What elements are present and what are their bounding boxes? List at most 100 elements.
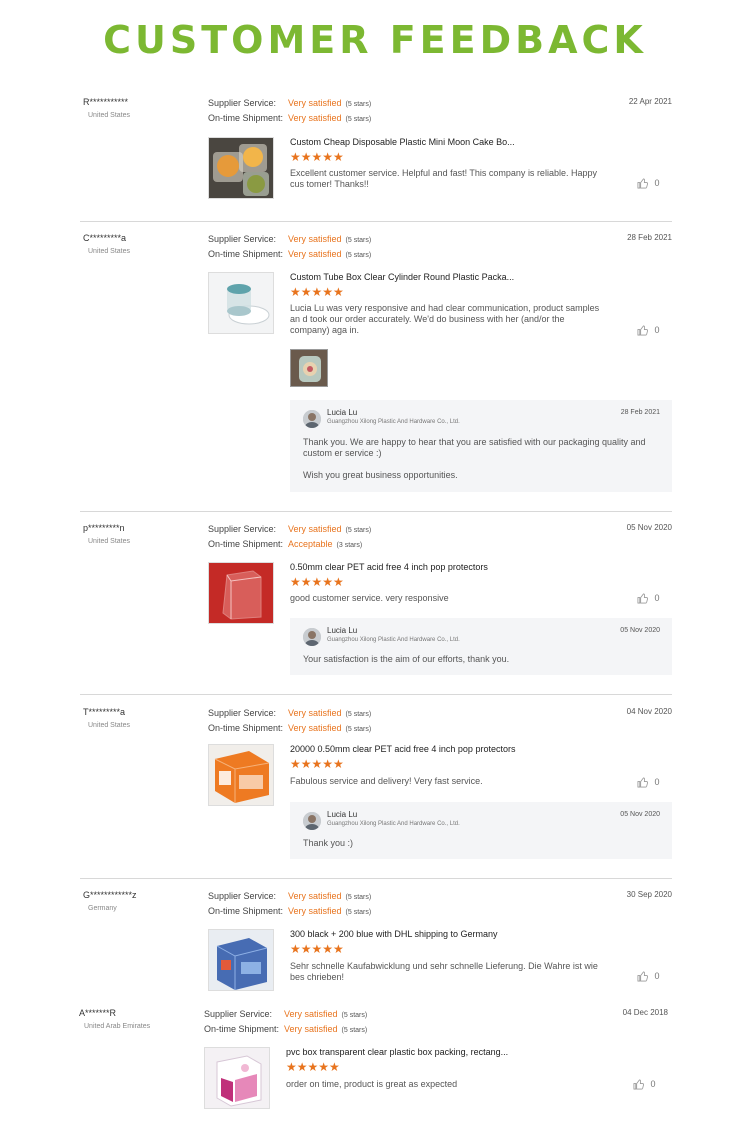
supplier-service-rating: Supplier Service: Very satisfied (5 stars) <box>208 234 371 244</box>
product-link[interactable]: 0.50mm clear PET acid free 4 inch pop pr… <box>290 562 488 572</box>
like-button[interactable]: 0 <box>637 325 660 336</box>
supplier-service-rating: Supplier Service: Very satisfied (5 stars) <box>208 98 371 108</box>
reviewer-country: United States <box>88 538 131 545</box>
product-link[interactable]: 20000 0.50mm clear PET acid free 4 inch … <box>290 744 515 754</box>
ontime-shipment-stars: (5 stars) <box>345 909 372 916</box>
supplier-service-stars: (5 stars) <box>345 711 372 718</box>
like-count: 0 <box>650 1079 656 1089</box>
reply-text: Thank you :) <box>303 838 354 848</box>
seller-name: Lucia Lu <box>327 626 358 635</box>
supplier-service-label: Supplier Service: <box>208 524 277 534</box>
supplier-service-value: Very satisfied <box>288 708 342 718</box>
review-item: G************z Germany Supplier Service:… <box>80 890 672 1000</box>
product-link[interactable]: Custom Cheap Disposable Plastic Mini Moo… <box>290 137 515 147</box>
ontime-shipment-label: On-time Shipment: <box>208 249 284 259</box>
ontime-shipment-rating: On-time Shipment: Very satisfied (5 stars) <box>204 1024 367 1034</box>
product-thumbnail[interactable] <box>208 137 274 199</box>
reply-date: 05 Nov 2020 <box>620 627 660 634</box>
product-thumbnail[interactable] <box>208 272 274 334</box>
reviewer-name: T*********a <box>83 707 126 717</box>
reply-text: Wish you great business opportunities. <box>303 470 458 480</box>
ontime-shipment-rating: On-time Shipment: Very satisfied (5 stars) <box>208 906 371 916</box>
reviewer-country: United States <box>88 248 131 255</box>
supplier-service-value: Very satisfied <box>288 234 342 244</box>
review-date: 30 Sep 2020 <box>626 890 672 899</box>
reviewer-name: C*********a <box>83 233 127 243</box>
reply-date: 05 Nov 2020 <box>620 811 660 818</box>
page-title: CUSTOMER FEEDBACK <box>103 18 647 62</box>
seller-avatar <box>303 628 321 646</box>
reviewer-country: United Arab Emirates <box>84 1023 151 1030</box>
like-count: 0 <box>654 971 660 981</box>
reply-text: Thank you. We are happy to hear that you… <box>303 437 646 458</box>
review-comment: order on time, product is great as expec… <box>286 1079 458 1089</box>
product-thumbnail[interactable] <box>204 1047 270 1109</box>
review-date: 05 Nov 2020 <box>626 523 672 532</box>
ontime-shipment-stars: (3 stars) <box>336 542 363 549</box>
ontime-shipment-stars: (5 stars) <box>345 252 372 259</box>
rating-stars: ★★★★★ <box>290 285 344 299</box>
ontime-shipment-rating: On-time Shipment: Very satisfied (5 stars) <box>208 723 371 733</box>
like-button[interactable]: 0 <box>637 178 660 189</box>
like-count: 0 <box>654 178 660 188</box>
like-count: 0 <box>654 325 660 335</box>
ontime-shipment-value: Very satisfied <box>288 723 342 733</box>
product-thumbnail[interactable] <box>208 929 274 991</box>
reply-date: 28 Feb 2021 <box>620 409 660 416</box>
thumbs-up-icon <box>637 971 648 982</box>
supplier-service-stars: (5 stars) <box>345 101 372 108</box>
product-link[interactable]: Custom Tube Box Clear Cylinder Round Pla… <box>290 272 514 282</box>
supplier-service-value: Very satisfied <box>288 524 342 534</box>
review-comment: good customer service. very responsive <box>290 593 449 603</box>
supplier-service-label: Supplier Service: <box>208 98 277 108</box>
ontime-shipment-label: On-time Shipment: <box>208 539 284 549</box>
ontime-shipment-stars: (5 stars) <box>345 116 372 123</box>
thumbs-up-icon <box>637 325 648 336</box>
supplier-service-stars: (5 stars) <box>345 894 372 901</box>
reviewer-name: G************z <box>83 890 137 900</box>
reviewer-name: R*********** <box>83 97 129 107</box>
product-thumbnail[interactable] <box>208 562 274 624</box>
review-item: p*********n United States Supplier Servi… <box>80 523 672 695</box>
like-button[interactable]: 0 <box>633 1079 656 1090</box>
seller-reply: Lucia Lu Guangzhou Xilong Plastic And Ha… <box>290 802 672 859</box>
supplier-service-label: Supplier Service: <box>208 708 277 718</box>
reviewer-name: A*******R <box>79 1008 117 1018</box>
review-item: R*********** United States Supplier Serv… <box>80 97 672 222</box>
ontime-shipment-rating: On-time Shipment: Very satisfied (5 stars) <box>208 249 371 259</box>
review-item: A*******R United Arab Emirates Supplier … <box>76 1008 668 1118</box>
review-comment: Excellent customer service. Helpful and … <box>290 168 597 189</box>
review-comment: Fabulous service and delivery! Very fast… <box>290 776 483 786</box>
ontime-shipment-stars: (5 stars) <box>345 726 372 733</box>
like-count: 0 <box>654 777 660 787</box>
ontime-shipment-value: Acceptable <box>288 539 333 549</box>
review-comment: Lucia Lu was very responsive and had cle… <box>290 303 600 335</box>
reviewer-country: United States <box>88 722 131 729</box>
product-link[interactable]: 300 black + 200 blue with DHL shipping t… <box>290 929 498 939</box>
reply-text: Your satisfaction is the aim of our effo… <box>303 654 510 664</box>
reviewer-country: Germany <box>88 905 117 912</box>
like-count: 0 <box>654 593 660 603</box>
product-link[interactable]: pvc box transparent clear plastic box pa… <box>286 1047 508 1057</box>
rating-stars: ★★★★★ <box>286 1060 340 1074</box>
supplier-service-stars: (5 stars) <box>345 237 372 244</box>
supplier-service-stars: (5 stars) <box>341 1012 368 1019</box>
rating-stars: ★★★★★ <box>290 757 344 771</box>
ontime-shipment-value: Very satisfied <box>288 113 342 123</box>
like-button[interactable]: 0 <box>637 593 660 604</box>
product-thumbnail[interactable] <box>208 744 274 806</box>
ontime-shipment-label: On-time Shipment: <box>208 906 284 916</box>
ontime-shipment-rating: On-time Shipment: Acceptable (3 stars) <box>208 539 362 549</box>
review-photo[interactable] <box>290 349 328 387</box>
like-button[interactable]: 0 <box>637 971 660 982</box>
supplier-service-rating: Supplier Service: Very satisfied (5 stars) <box>208 708 371 718</box>
ontime-shipment-rating: On-time Shipment: Very satisfied (5 stars) <box>208 113 371 123</box>
ontime-shipment-label: On-time Shipment: <box>204 1024 280 1034</box>
review-date: 04 Nov 2020 <box>626 707 672 716</box>
supplier-service-value: Very satisfied <box>284 1009 338 1019</box>
ontime-shipment-stars: (5 stars) <box>341 1027 368 1034</box>
like-button[interactable]: 0 <box>637 777 660 788</box>
seller-company: Guangzhou Xilong Plastic And Hardware Co… <box>327 821 460 827</box>
ontime-shipment-value: Very satisfied <box>284 1024 338 1034</box>
seller-name: Lucia Lu <box>327 810 358 819</box>
